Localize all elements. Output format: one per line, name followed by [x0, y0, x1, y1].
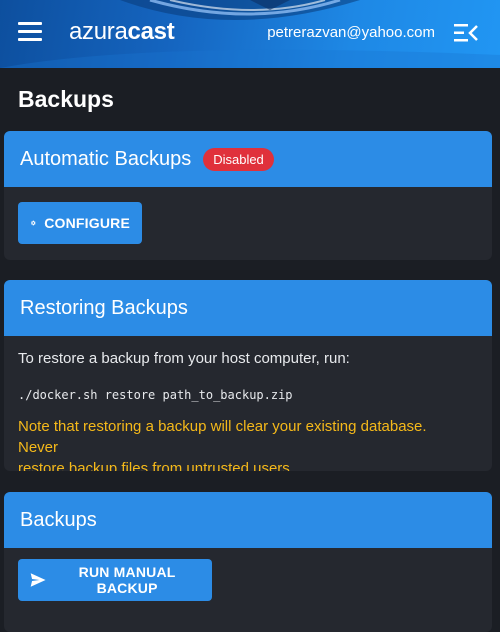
- backups-card: Backups RUN MANUAL BACKUP: [4, 492, 492, 632]
- logo-part-azura: azura: [69, 18, 128, 45]
- sidebar-toggle-icon[interactable]: [454, 22, 478, 44]
- run-manual-backup-button[interactable]: RUN MANUAL BACKUP: [18, 559, 212, 601]
- logo-part-cast: cast: [127, 18, 175, 45]
- app-logo[interactable]: azuracast: [69, 18, 175, 46]
- user-email[interactable]: petrerazvan@yahoo.com: [267, 24, 435, 41]
- menu-icon[interactable]: [18, 22, 42, 44]
- status-badge: Disabled: [203, 147, 274, 171]
- restoring-backups-card: Restoring Backups To restore a backup fr…: [4, 280, 492, 471]
- send-icon: [30, 573, 46, 587]
- restore-warning: Note that restoring a backup will clear …: [18, 416, 468, 471]
- automatic-backups-card: Automatic Backups Disabled CONFIGURE: [4, 131, 492, 260]
- restore-instructions: To restore a backup from your host compu…: [18, 350, 350, 367]
- restoring-backups-title: Restoring Backups: [20, 296, 188, 319]
- restore-command: ./docker.sh restore path_to_backup.zip: [18, 388, 293, 402]
- configure-button[interactable]: CONFIGURE: [18, 202, 142, 244]
- restore-warning-line-2: restore backup files from untrusted user…: [18, 460, 294, 471]
- restore-warning-line-1: Note that restoring a backup will clear …: [18, 418, 427, 456]
- page-title: Backups: [18, 86, 114, 112]
- restoring-backups-header: Restoring Backups: [4, 280, 492, 336]
- automatic-backups-title: Automatic Backups: [20, 147, 192, 170]
- backups-header: Backups: [4, 492, 492, 548]
- top-navbar: azuracast petrerazvan@yahoo.com: [0, 0, 500, 68]
- automatic-backups-header: Automatic Backups Disabled: [4, 131, 492, 187]
- gear-icon: [31, 220, 36, 226]
- configure-button-label: CONFIGURE: [44, 215, 130, 231]
- run-manual-backup-label: RUN MANUAL BACKUP: [78, 564, 176, 596]
- backups-title: Backups: [20, 508, 97, 531]
